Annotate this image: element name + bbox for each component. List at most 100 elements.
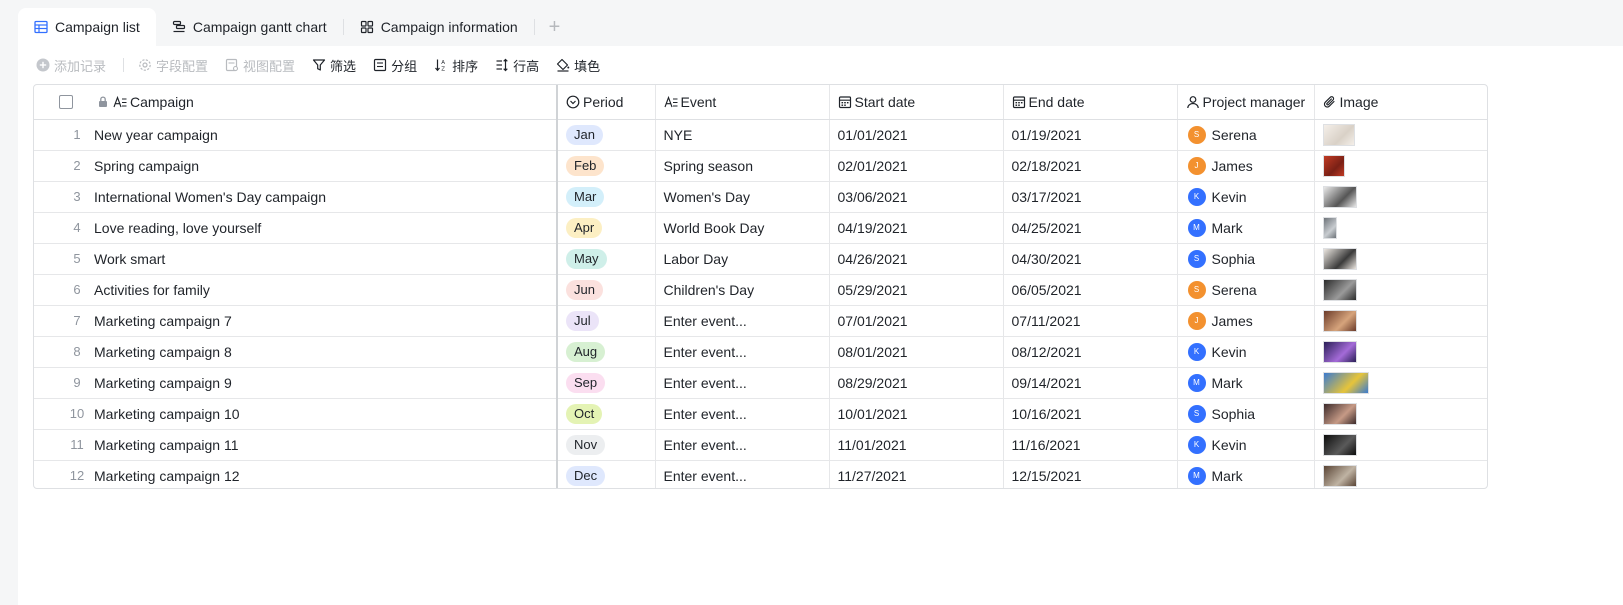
- sort-button[interactable]: AZ 排序: [434, 52, 487, 78]
- column-header-start-date[interactable]: Start date: [828, 85, 1003, 120]
- image-cell[interactable]: [1313, 305, 1487, 337]
- add-record-button[interactable]: 添加记录: [36, 52, 115, 78]
- event-cell[interactable]: Children's Day: [654, 274, 829, 306]
- campaign-cell[interactable]: Marketing campaign 8: [90, 336, 558, 368]
- row-height-button[interactable]: 行高: [495, 52, 548, 78]
- event-cell[interactable]: NYE: [654, 119, 829, 151]
- start-date-cell[interactable]: 11/27/2021: [828, 460, 1003, 488]
- end-date-cell[interactable]: 01/19/2021: [1002, 119, 1177, 151]
- period-cell[interactable]: Aug: [557, 336, 655, 368]
- campaign-cell[interactable]: Marketing campaign 12: [90, 460, 558, 488]
- start-date-cell[interactable]: 07/01/2021: [828, 305, 1003, 337]
- campaign-cell[interactable]: Work smart: [90, 243, 558, 275]
- end-date-cell[interactable]: 07/11/2021: [1002, 305, 1177, 337]
- start-date-cell[interactable]: 02/01/2021: [828, 150, 1003, 182]
- campaign-cell[interactable]: Marketing campaign 11: [90, 429, 558, 461]
- event-cell[interactable]: Enter event...: [654, 398, 829, 430]
- add-view-button[interactable]: +: [535, 8, 575, 46]
- project-manager-cell[interactable]: S Sophia: [1176, 398, 1314, 430]
- end-date-cell[interactable]: 08/12/2021: [1002, 336, 1177, 368]
- event-cell[interactable]: Enter event...: [654, 367, 829, 399]
- end-date-cell[interactable]: 03/17/2021: [1002, 181, 1177, 213]
- campaign-cell[interactable]: International Women's Day campaign: [90, 181, 558, 213]
- period-cell[interactable]: Jul: [557, 305, 655, 337]
- project-manager-cell[interactable]: J James: [1176, 150, 1314, 182]
- start-date-cell[interactable]: 08/01/2021: [828, 336, 1003, 368]
- campaign-cell[interactable]: Marketing campaign 9: [90, 367, 558, 399]
- campaign-cell[interactable]: New year campaign: [90, 119, 558, 151]
- end-date-cell[interactable]: 04/30/2021: [1002, 243, 1177, 275]
- end-date-cell[interactable]: 02/18/2021: [1002, 150, 1177, 182]
- image-cell[interactable]: [1313, 212, 1487, 244]
- image-thumbnail[interactable]: [1322, 309, 1357, 332]
- table-row[interactable]: 7 Marketing campaign 7 Jul Enter event..…: [34, 305, 1487, 337]
- image-thumbnail[interactable]: [1322, 278, 1357, 301]
- period-cell[interactable]: Oct: [557, 398, 655, 430]
- table-row[interactable]: 12 Marketing campaign 12 Dec Enter event…: [34, 460, 1487, 488]
- end-date-cell[interactable]: 12/15/2021: [1002, 460, 1177, 488]
- start-date-cell[interactable]: 11/01/2021: [828, 429, 1003, 461]
- start-date-cell[interactable]: 10/01/2021: [828, 398, 1003, 430]
- event-cell[interactable]: Enter event...: [654, 305, 829, 337]
- event-cell[interactable]: Enter event...: [654, 336, 829, 368]
- image-cell[interactable]: [1313, 274, 1487, 306]
- event-cell[interactable]: Labor Day: [654, 243, 829, 275]
- tab-campaign-information[interactable]: Campaign information: [344, 8, 534, 46]
- start-date-cell[interactable]: 04/26/2021: [828, 243, 1003, 275]
- table-row[interactable]: 4 Love reading, love yourself Apr World …: [34, 212, 1487, 244]
- column-header-end-date[interactable]: End date: [1002, 85, 1177, 120]
- event-cell[interactable]: Spring season: [654, 150, 829, 182]
- event-cell[interactable]: Women's Day: [654, 181, 829, 213]
- table-row[interactable]: 10 Marketing campaign 10 Oct Enter event…: [34, 398, 1487, 430]
- image-thumbnail[interactable]: [1322, 371, 1369, 394]
- period-cell[interactable]: Apr: [557, 212, 655, 244]
- image-thumbnail[interactable]: [1322, 247, 1357, 270]
- project-manager-cell[interactable]: K Kevin: [1176, 181, 1314, 213]
- tab-campaign-list[interactable]: Campaign list: [18, 8, 156, 46]
- column-header-image[interactable]: Image: [1313, 85, 1487, 120]
- image-thumbnail[interactable]: [1322, 123, 1355, 146]
- table-row[interactable]: 11 Marketing campaign 11 Nov Enter event…: [34, 429, 1487, 461]
- start-date-cell[interactable]: 01/01/2021: [828, 119, 1003, 151]
- image-cell[interactable]: [1313, 336, 1487, 368]
- campaign-cell[interactable]: Marketing campaign 7: [90, 305, 558, 337]
- project-manager-cell[interactable]: S Serena: [1176, 119, 1314, 151]
- period-cell[interactable]: Sep: [557, 367, 655, 399]
- image-cell[interactable]: [1313, 243, 1487, 275]
- project-manager-cell[interactable]: J James: [1176, 305, 1314, 337]
- image-thumbnail[interactable]: [1322, 216, 1337, 239]
- end-date-cell[interactable]: 04/25/2021: [1002, 212, 1177, 244]
- event-cell[interactable]: Enter event...: [654, 460, 829, 488]
- project-manager-cell[interactable]: S Serena: [1176, 274, 1314, 306]
- period-cell[interactable]: Nov: [557, 429, 655, 461]
- filter-button[interactable]: 筛选: [312, 52, 365, 78]
- table-row[interactable]: 9 Marketing campaign 9 Sep Enter event..…: [34, 367, 1487, 399]
- start-date-cell[interactable]: 03/06/2021: [828, 181, 1003, 213]
- campaign-cell[interactable]: Activities for family: [90, 274, 558, 306]
- image-cell[interactable]: [1313, 460, 1487, 488]
- project-manager-cell[interactable]: K Kevin: [1176, 336, 1314, 368]
- project-manager-cell[interactable]: M Mark: [1176, 460, 1314, 488]
- fill-color-button[interactable]: 填色: [556, 52, 609, 78]
- column-header-campaign[interactable]: Campaign: [90, 85, 558, 120]
- campaign-cell[interactable]: Love reading, love yourself: [90, 212, 558, 244]
- event-cell[interactable]: Enter event...: [654, 429, 829, 461]
- field-config-button[interactable]: 字段配置: [138, 52, 217, 78]
- image-thumbnail[interactable]: [1322, 464, 1357, 487]
- tab-campaign-gantt-chart[interactable]: Campaign gantt chart: [156, 8, 343, 46]
- end-date-cell[interactable]: 10/16/2021: [1002, 398, 1177, 430]
- image-cell[interactable]: [1313, 367, 1487, 399]
- end-date-cell[interactable]: 06/05/2021: [1002, 274, 1177, 306]
- period-cell[interactable]: Mar: [557, 181, 655, 213]
- image-thumbnail[interactable]: [1322, 185, 1357, 208]
- event-cell[interactable]: World Book Day: [654, 212, 829, 244]
- project-manager-cell[interactable]: S Sophia: [1176, 243, 1314, 275]
- period-cell[interactable]: May: [557, 243, 655, 275]
- period-cell[interactable]: Jun: [557, 274, 655, 306]
- image-cell[interactable]: [1313, 181, 1487, 213]
- image-thumbnail[interactable]: [1322, 154, 1345, 177]
- table-row[interactable]: 5 Work smart May Labor Day 04/26/2021 04…: [34, 243, 1487, 275]
- image-thumbnail[interactable]: [1322, 340, 1357, 363]
- start-date-cell[interactable]: 04/19/2021: [828, 212, 1003, 244]
- table-row[interactable]: 1 New year campaign Jan NYE 01/01/2021 0…: [34, 119, 1487, 151]
